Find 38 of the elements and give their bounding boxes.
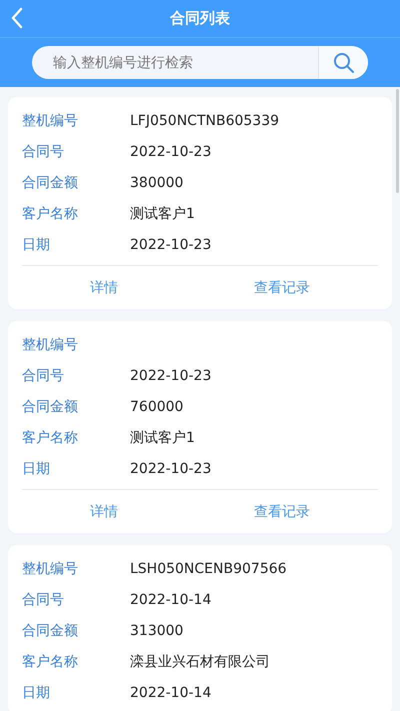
field-label: 日期 xyxy=(22,684,51,702)
field-label: 客户名称 xyxy=(22,652,79,670)
field-label: 客户名称 xyxy=(22,204,79,222)
field-value: 滦县业兴石材有限公司 xyxy=(130,652,270,670)
field-value: 测试客户1 xyxy=(130,204,195,222)
field-value: LSH050NCENB907566 xyxy=(130,560,287,576)
field-value: 380000 xyxy=(130,174,184,190)
field-label: 整机编号 xyxy=(22,560,79,578)
field-label: 整机编号 xyxy=(22,336,79,354)
action-link[interactable]: 查看记录 xyxy=(254,278,310,296)
search-button[interactable] xyxy=(318,46,368,79)
field-label: 合同号 xyxy=(22,590,65,608)
field-label: 日期 xyxy=(22,460,51,478)
field-value: 2022-10-23 xyxy=(130,460,212,476)
page-title: 合同列表 xyxy=(170,9,230,28)
field-label: 合同金额 xyxy=(22,174,79,192)
search-icon xyxy=(332,52,354,74)
field-value: 测试客户1 xyxy=(130,428,195,446)
action-link[interactable]: 详情 xyxy=(90,502,118,520)
field-label: 日期 xyxy=(22,236,51,254)
field-label: 客户名称 xyxy=(22,428,79,446)
action-link[interactable]: 详情 xyxy=(90,278,118,296)
field-value: 2022-10-14 xyxy=(130,684,212,700)
scrollbar-thumb[interactable] xyxy=(396,89,399,193)
field-label: 合同金额 xyxy=(22,398,79,416)
field-label: 合同号 xyxy=(22,366,65,384)
field-label: 合同号 xyxy=(22,142,65,160)
field-value: 2022-10-14 xyxy=(130,592,212,608)
field-label: 合同金额 xyxy=(22,622,79,640)
field-value: 2022-10-23 xyxy=(130,368,212,384)
field-value: LFJ050NCTNB605339 xyxy=(130,112,280,128)
action-link[interactable]: 查看记录 xyxy=(254,502,310,520)
field-value: 313000 xyxy=(130,622,184,638)
field-value: 2022-10-23 xyxy=(130,144,212,160)
back-icon[interactable] xyxy=(10,7,24,29)
field-value: 760000 xyxy=(130,398,184,414)
field-value: 2022-10-23 xyxy=(130,236,212,252)
field-label: 整机编号 xyxy=(22,112,79,130)
